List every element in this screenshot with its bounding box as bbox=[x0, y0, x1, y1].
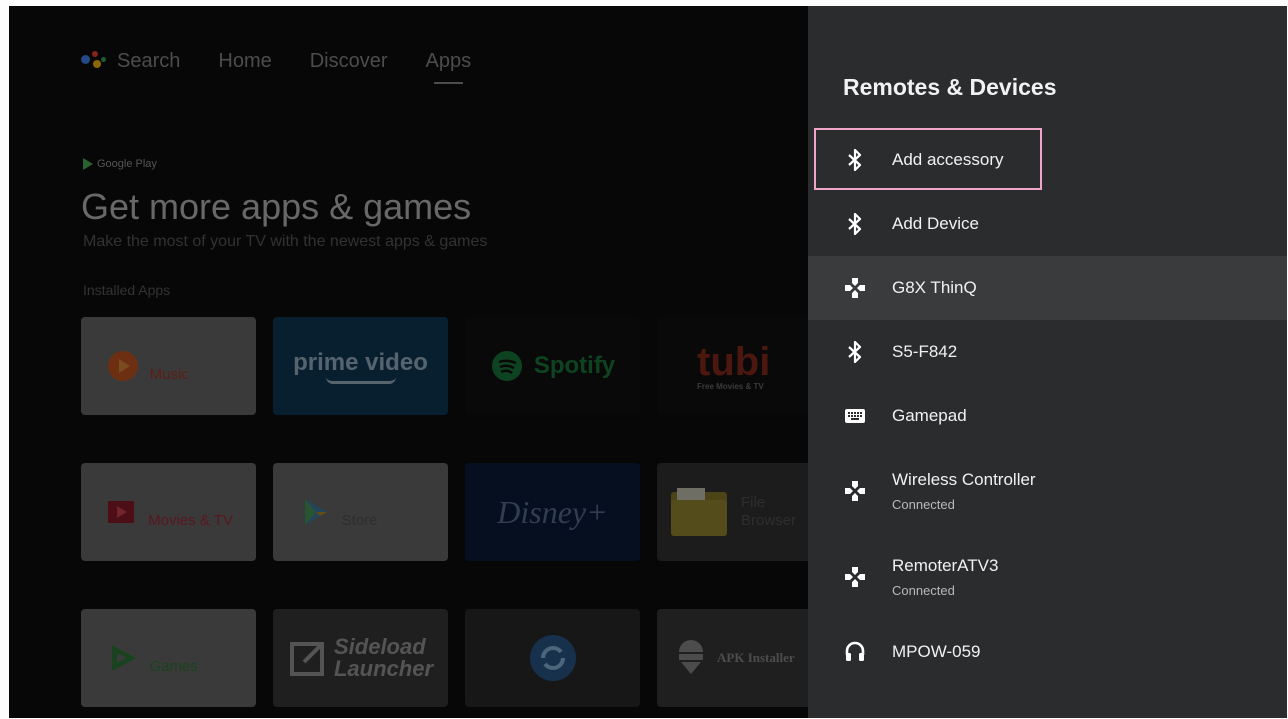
app-tile-sync[interactable] bbox=[465, 609, 640, 707]
app-tile-disney-plus[interactable]: Disney+ bbox=[465, 463, 640, 561]
app-tile-google-play-movies[interactable]: Google Play Movies & TV bbox=[81, 463, 256, 561]
device-item-remoteratv3[interactable]: RemoterATV3 Connected bbox=[808, 534, 1287, 620]
app-tile-file-browser[interactable]: File Browser bbox=[657, 463, 832, 561]
add-device-item[interactable]: Add Device bbox=[808, 192, 1287, 256]
google-play-icon bbox=[83, 158, 93, 170]
app-subname: Free Movies & TV bbox=[697, 381, 764, 391]
gamepad-icon bbox=[844, 480, 866, 502]
device-item-wireless-controller[interactable]: Wireless Controller Connected bbox=[808, 448, 1287, 534]
device-item-gamepad[interactable]: Gamepad bbox=[808, 384, 1287, 448]
app-name: Spotify bbox=[533, 352, 616, 379]
item-label: Gamepad bbox=[892, 406, 967, 425]
item-label: S5-F842 bbox=[892, 342, 958, 361]
play-games-icon bbox=[111, 645, 136, 671]
item-label: RemoterATV3 bbox=[892, 556, 999, 575]
folder-icon bbox=[671, 488, 727, 536]
app-subname: Music bbox=[149, 366, 189, 383]
app-name: Google Play bbox=[341, 494, 424, 511]
sideload-icon bbox=[289, 642, 324, 676]
app-name: Google Play bbox=[149, 640, 232, 657]
gamepad-icon bbox=[844, 566, 866, 588]
app-name: Google Play bbox=[148, 494, 230, 511]
app-name: Disney+ bbox=[497, 493, 608, 530]
app-tile-google-play-games[interactable]: Google Play Games bbox=[81, 609, 256, 707]
app-subname: Movies & TV bbox=[148, 512, 233, 529]
app-name: Google Play bbox=[149, 348, 232, 365]
google-assistant-icon[interactable] bbox=[81, 50, 107, 73]
app-name: prime video bbox=[293, 348, 428, 376]
play-store-icon bbox=[304, 499, 327, 525]
android-icon bbox=[679, 640, 703, 674]
app-name: APK Installer bbox=[717, 650, 795, 665]
device-item-mpow-059[interactable]: MPOW-059 bbox=[808, 620, 1287, 684]
app-tile-apk-installer[interactable]: APK Installer bbox=[657, 609, 832, 707]
item-status: Connected bbox=[892, 583, 955, 598]
device-item-g8x-thinq[interactable]: G8X ThinQ bbox=[808, 256, 1287, 320]
app-subname: Store bbox=[341, 512, 378, 529]
item-status: Connected bbox=[892, 497, 955, 512]
item-label: Add Device bbox=[892, 214, 979, 233]
nav-tab-discover[interactable]: Discover bbox=[310, 50, 388, 73]
item-label: Wireless Controller bbox=[892, 470, 1036, 489]
app-tile-tubi[interactable]: tubi Free Movies & TV bbox=[657, 317, 832, 415]
hero-title: Get more apps & games bbox=[81, 186, 472, 227]
item-label: G8X ThinQ bbox=[892, 278, 977, 297]
keyboard-icon bbox=[844, 405, 866, 427]
app-name: File bbox=[741, 494, 766, 511]
play-movies-icon bbox=[108, 501, 135, 523]
panel-title: Remotes & Devices bbox=[843, 74, 1057, 100]
bluetooth-icon bbox=[844, 213, 866, 235]
app-tile-google-play-store[interactable]: Google Play Store bbox=[273, 463, 448, 561]
headset-icon bbox=[844, 641, 866, 663]
app-name: tubi bbox=[697, 339, 771, 384]
nav-search[interactable]: Search bbox=[117, 50, 180, 73]
hero-subtitle: Make the most of your TV with the newest… bbox=[83, 233, 488, 250]
device-list: Add accessory Add Device G8X ThinQ S5-F8… bbox=[808, 128, 1287, 684]
google-play-badge-label: Google Play bbox=[97, 158, 157, 170]
app-tile-spotify[interactable]: Spotify bbox=[465, 317, 640, 415]
play-music-icon bbox=[107, 351, 138, 381]
app-tile-sideload-launcher[interactable]: Sideload Launcher bbox=[273, 609, 448, 707]
sync-icon bbox=[529, 635, 576, 681]
nav-tab-apps[interactable]: Apps bbox=[426, 50, 471, 84]
installed-apps-label: Installed Apps bbox=[83, 282, 171, 298]
app-subname: Games bbox=[149, 658, 198, 675]
tv-screen: Search Home Discover Apps Google Play Ge… bbox=[9, 6, 1287, 718]
top-navigation: Search Home Discover Apps bbox=[81, 50, 509, 84]
app-subname: Launcher bbox=[333, 656, 434, 681]
spotify-icon bbox=[491, 351, 522, 381]
bluetooth-icon bbox=[844, 341, 866, 363]
item-label: Add accessory bbox=[892, 150, 1004, 169]
item-label: MPOW-059 bbox=[892, 642, 981, 661]
app-tile-prime-video[interactable]: prime video bbox=[273, 317, 448, 415]
google-play-badge: Google Play bbox=[83, 158, 157, 170]
launcher-background: Search Home Discover Apps Google Play Ge… bbox=[9, 6, 832, 718]
gamepad-icon bbox=[844, 277, 866, 299]
app-tile-google-play-music[interactable]: Google Play Music bbox=[81, 317, 256, 415]
add-accessory-item[interactable]: Add accessory bbox=[808, 128, 1287, 192]
app-subname: Browser bbox=[741, 512, 797, 529]
nav-tab-home[interactable]: Home bbox=[218, 50, 271, 73]
remotes-devices-panel: Remotes & Devices Add accessory Add Devi… bbox=[808, 6, 1287, 718]
bluetooth-icon bbox=[844, 149, 866, 171]
device-item-s5-f842[interactable]: S5-F842 bbox=[808, 320, 1287, 384]
app-name: Sideload bbox=[333, 634, 426, 659]
